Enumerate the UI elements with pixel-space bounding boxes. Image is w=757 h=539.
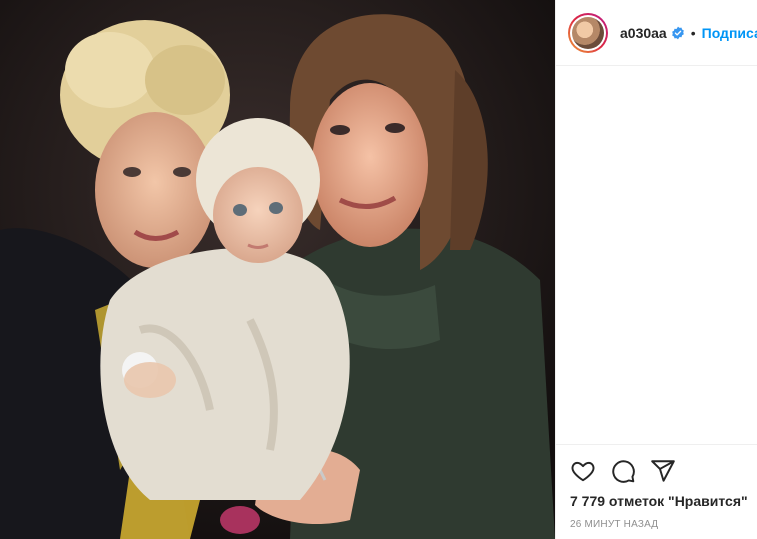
avatar-story-ring[interactable] xyxy=(568,12,608,53)
username-link[interactable]: a030aa xyxy=(620,25,667,41)
share-icon[interactable] xyxy=(650,458,676,484)
post-sidebar: a030aa • Подписа 7 779 отметок "Нравится… xyxy=(555,0,757,539)
avatar-frame xyxy=(570,14,606,51)
likes-count[interactable]: 7 779 отметок "Нравится" xyxy=(570,493,748,509)
avatar xyxy=(572,16,604,49)
post-timestamp[interactable]: 26 минут назад xyxy=(570,519,743,530)
heart-icon[interactable] xyxy=(570,458,596,484)
follow-button[interactable]: Подписа xyxy=(702,25,757,41)
post-footer: 7 779 отметок "Нравится" 26 минут назад xyxy=(556,444,757,539)
post-header: a030aa • Подписа xyxy=(556,0,757,66)
comment-icon[interactable] xyxy=(610,458,636,484)
separator-dot: • xyxy=(690,24,696,41)
comments-area[interactable] xyxy=(556,66,757,444)
action-bar xyxy=(570,445,743,493)
photo-image xyxy=(0,0,555,539)
post-photo[interactable] xyxy=(0,0,555,539)
verified-badge-icon xyxy=(671,26,685,40)
